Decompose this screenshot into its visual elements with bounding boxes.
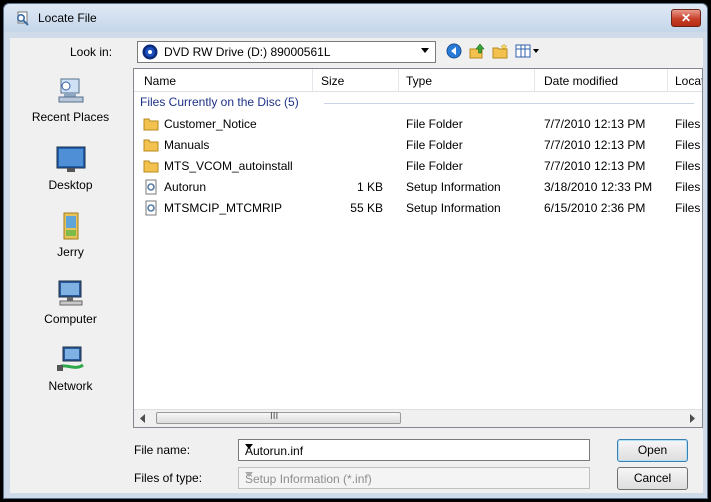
back-icon[interactable] bbox=[446, 43, 462, 59]
file-date: 7/7/2010 12:13 PM bbox=[544, 159, 646, 173]
place-desktop[interactable]: Desktop bbox=[10, 144, 131, 192]
open-button[interactable]: Open bbox=[617, 439, 688, 462]
dialog-client-area: Look in: DVD RW Drive (D:) 89000561L Rec… bbox=[10, 38, 703, 493]
recent-places-icon bbox=[58, 78, 83, 103]
locate-file-dialog: Locate File ✕ Look in: DVD RW Drive (D:)… bbox=[3, 3, 708, 499]
column-divider[interactable] bbox=[534, 69, 535, 91]
file-name: Manuals bbox=[164, 138, 210, 152]
title-bar[interactable]: Locate File ✕ bbox=[4, 4, 707, 32]
column-type[interactable]: Type bbox=[406, 74, 432, 88]
file-type: File Folder bbox=[406, 117, 463, 131]
file-location: Files C bbox=[675, 201, 702, 215]
look-in-value: DVD RW Drive (D:) 89000561L bbox=[164, 45, 331, 59]
file-name: MTSMCIP_MTCMRIP bbox=[164, 201, 282, 215]
file-location: Files C bbox=[675, 117, 702, 131]
computer-icon bbox=[58, 280, 82, 306]
file-list-view[interactable]: Name Size Type Date modified Locati File… bbox=[133, 68, 703, 428]
file-row[interactable]: MTSMCIP_MTCMRIP 55 KB Setup Information … bbox=[134, 198, 702, 218]
dvd-drive-icon bbox=[142, 44, 158, 60]
desktop-icon bbox=[56, 146, 85, 172]
file-row[interactable]: MTS_VCOM_autoinstall File Folder 7/7/201… bbox=[134, 156, 702, 176]
views-menu-icon[interactable] bbox=[515, 43, 541, 59]
file-size: 1 KB bbox=[356, 180, 383, 194]
place-label: Recent Places bbox=[31, 110, 110, 124]
file-name: Customer_Notice bbox=[164, 117, 257, 131]
file-name: Autorun bbox=[164, 180, 207, 194]
file-name-label: File name: bbox=[134, 443, 191, 457]
file-row[interactable]: Customer_Notice File Folder 7/7/2010 12:… bbox=[134, 114, 702, 134]
column-location[interactable]: Locati bbox=[675, 74, 702, 88]
place-label: Computer bbox=[44, 312, 97, 326]
places-bar: Recent Places Desktop Jerry Computer Net… bbox=[10, 68, 131, 446]
horizontal-scrollbar[interactable]: III bbox=[134, 409, 702, 427]
file-type-label: Files of type: bbox=[134, 471, 203, 485]
place-network[interactable]: Network bbox=[10, 345, 131, 393]
file-location: Files C bbox=[675, 159, 702, 173]
chevron-down-icon[interactable] bbox=[245, 472, 253, 477]
user-folder-icon bbox=[63, 212, 78, 240]
column-size[interactable]: Size bbox=[321, 74, 344, 88]
column-divider[interactable] bbox=[398, 69, 399, 91]
file-name: MTS_VCOM_autoinstall bbox=[164, 159, 293, 173]
column-divider[interactable] bbox=[312, 69, 313, 91]
folder-icon bbox=[143, 160, 159, 173]
file-name-combobox[interactable]: Autorun.inf bbox=[238, 439, 590, 461]
place-recent-places[interactable]: Recent Places bbox=[10, 76, 131, 124]
scrollbar-grip: III bbox=[270, 411, 279, 422]
folder-icon bbox=[143, 139, 159, 152]
close-button[interactable]: ✕ bbox=[671, 9, 701, 27]
window-title: Locate File bbox=[38, 11, 97, 25]
chevron-down-icon[interactable] bbox=[245, 444, 253, 449]
file-type-value: Setup Information (*.inf) bbox=[245, 472, 372, 486]
file-date: 7/7/2010 12:13 PM bbox=[544, 138, 646, 152]
file-type-dropdown[interactable]: Setup Information (*.inf) bbox=[238, 467, 590, 489]
scroll-left-icon[interactable] bbox=[139, 414, 147, 423]
setup-info-icon bbox=[145, 200, 157, 216]
cancel-button[interactable]: Cancel bbox=[617, 467, 688, 490]
file-size: 55 KB bbox=[350, 201, 383, 215]
file-date: 7/7/2010 12:13 PM bbox=[544, 117, 646, 131]
look-in-dropdown[interactable]: DVD RW Drive (D:) 89000561L bbox=[137, 41, 436, 63]
screen-background: Locate File ✕ Look in: DVD RW Drive (D:)… bbox=[0, 0, 711, 502]
network-icon bbox=[56, 346, 84, 371]
file-date: 6/15/2010 2:36 PM bbox=[544, 201, 646, 215]
chevron-down-icon[interactable] bbox=[421, 48, 429, 53]
file-type: File Folder bbox=[406, 138, 463, 152]
place-label: Network bbox=[48, 379, 93, 393]
file-row[interactable]: Manuals File Folder 7/7/2010 12:13 PM Fi… bbox=[134, 135, 702, 155]
place-label: Desktop bbox=[48, 178, 93, 192]
look-in-label: Look in: bbox=[70, 45, 113, 59]
column-name[interactable]: Name bbox=[144, 74, 176, 88]
new-folder-icon[interactable] bbox=[492, 43, 508, 59]
file-location: Files C bbox=[675, 180, 702, 194]
file-type: Setup Information bbox=[406, 201, 501, 215]
up-folder-icon[interactable] bbox=[469, 43, 485, 59]
file-type: File Folder bbox=[406, 159, 463, 173]
file-location: Files C bbox=[675, 138, 702, 152]
place-jerry[interactable]: Jerry bbox=[10, 211, 131, 259]
column-divider[interactable] bbox=[667, 69, 668, 91]
file-name-value: Autorun.inf bbox=[245, 444, 304, 458]
find-file-icon bbox=[16, 11, 29, 26]
group-header[interactable]: Files Currently on the Disc (5) bbox=[140, 95, 299, 109]
file-row[interactable]: Autorun 1 KB Setup Information 3/18/2010… bbox=[134, 177, 702, 197]
column-date-modified[interactable]: Date modified bbox=[544, 74, 618, 88]
place-computer[interactable]: Computer bbox=[10, 278, 131, 326]
column-header-row: Name Size Type Date modified Locati bbox=[134, 69, 702, 92]
scroll-right-icon[interactable] bbox=[688, 414, 696, 423]
place-label: Jerry bbox=[57, 245, 84, 259]
file-date: 3/18/2010 12:33 PM bbox=[544, 180, 653, 194]
file-type: Setup Information bbox=[406, 180, 501, 194]
setup-info-icon bbox=[145, 179, 157, 195]
folder-icon bbox=[143, 118, 159, 131]
group-divider bbox=[324, 103, 694, 104]
scrollbar-thumb[interactable]: III bbox=[156, 411, 401, 424]
